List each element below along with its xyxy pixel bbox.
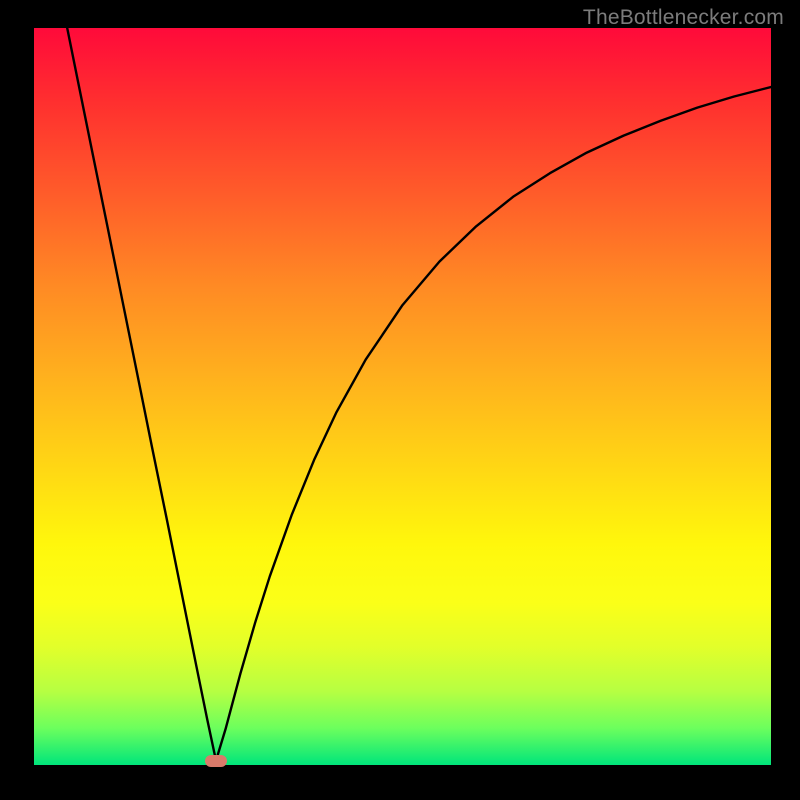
plot-area bbox=[34, 28, 771, 765]
attribution-text: TheBottlenecker.com bbox=[583, 6, 784, 30]
curve-path bbox=[67, 28, 771, 761]
chart-frame: TheBottlenecker.com bbox=[0, 0, 800, 800]
bottleneck-curve bbox=[34, 28, 771, 765]
optimal-marker bbox=[205, 755, 227, 767]
